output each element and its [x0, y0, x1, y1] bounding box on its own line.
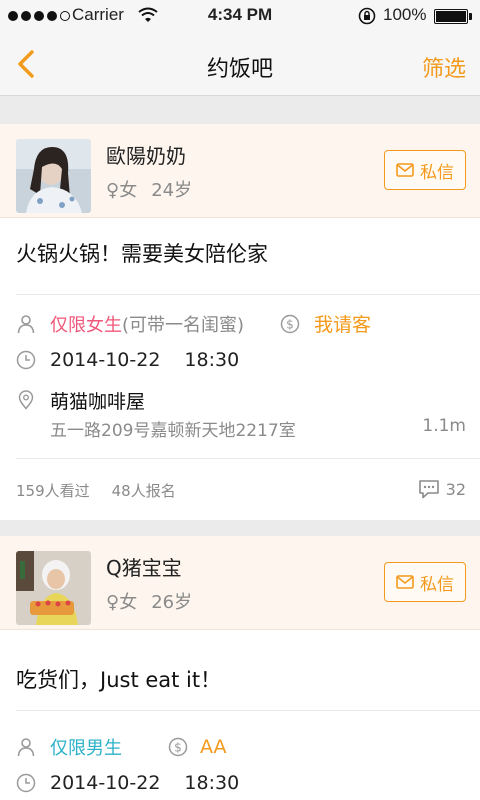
rotation-lock-icon: [358, 7, 376, 25]
navigation-bar: 约饭吧 筛选: [0, 32, 480, 96]
private-message-label: 私信: [420, 574, 454, 595]
svg-text:$: $: [286, 317, 294, 331]
page-title: 约饭吧: [206, 57, 273, 82]
payment-type: AA: [200, 736, 227, 758]
clock-icon: [16, 773, 36, 793]
post-content: 火锅火锅！需要美女陪伦家: [16, 242, 268, 266]
status-bar: Carrier 4:34 PM 100%: [0, 0, 480, 32]
battery-icon: [434, 9, 468, 24]
gender-age: ♀女 26岁: [106, 588, 192, 614]
avatar[interactable]: [16, 551, 91, 625]
private-message-button[interactable]: 私信: [384, 150, 466, 190]
gender-age: ♀女 24岁: [106, 176, 192, 202]
post-card[interactable]: 歐陽奶奶 ♀女 24岁 私信 火锅火锅！需要美女陪伦家 仅限女生 (可带一名闺蜜)…: [0, 124, 480, 520]
gender-restriction: 仅限女生: [50, 314, 122, 336]
divider: [16, 458, 480, 459]
distance: 1.1m: [422, 416, 466, 436]
restriction-row: 仅限男生 $ AA: [16, 734, 227, 760]
companion-note: (可带一名闺蜜): [122, 314, 245, 336]
post-card[interactable]: Q猪宝宝 ♀女 26岁 私信 吃货们，Just eat it！ 仅限男生 $ AA: [0, 536, 480, 800]
private-message-button[interactable]: 私信: [384, 562, 466, 602]
event-time: 18:30: [184, 349, 240, 371]
age-label: 26岁: [151, 592, 193, 613]
female-icon: ♀: [106, 592, 120, 613]
envelope-icon: [396, 163, 414, 177]
username: Q猪宝宝: [106, 556, 182, 580]
battery-tip: [469, 13, 472, 20]
datetime-row: 2014-10-22 18:30: [16, 349, 239, 371]
dollar-icon: $: [280, 314, 300, 333]
datetime-row: 2014-10-22 18:30: [16, 772, 239, 794]
svg-text:$: $: [174, 741, 182, 755]
divider: [16, 294, 480, 295]
place-name[interactable]: 萌猫咖啡屋: [50, 387, 145, 414]
gender-label: 女: [119, 180, 138, 201]
signup-count: 48人报名: [111, 482, 176, 500]
event-date: 2014-10-22: [50, 349, 161, 371]
payment-type: 我请客: [314, 314, 372, 336]
age-label: 24岁: [151, 180, 193, 201]
event-date: 2014-10-22: [50, 772, 161, 794]
person-icon: [17, 738, 35, 757]
avatar[interactable]: [16, 139, 91, 213]
comment-icon: [418, 480, 439, 499]
back-chevron-icon[interactable]: [14, 48, 38, 80]
comment-count: 32: [445, 479, 466, 499]
location-pin-icon: [18, 390, 34, 410]
private-message-label: 私信: [420, 162, 454, 183]
place-address: 五一路209号嘉顿新天地2217室: [50, 421, 296, 441]
post-content: 吃货们，Just eat it！: [16, 668, 222, 692]
post-header: Q猪宝宝 ♀女 26岁 私信: [0, 536, 480, 630]
restriction-row: 仅限女生 (可带一名闺蜜) $ 我请客: [16, 310, 371, 337]
post-header: 歐陽奶奶 ♀女 24岁 私信: [0, 124, 480, 218]
female-icon: ♀: [106, 180, 120, 201]
dollar-icon: $: [168, 737, 188, 757]
envelope-icon: [396, 575, 414, 589]
filter-button[interactable]: 筛选: [422, 51, 466, 83]
view-count: 159人看过: [16, 482, 90, 500]
clock-icon: [16, 350, 36, 370]
battery-percent: 100%: [383, 5, 427, 24]
gender-restriction: 仅限男生: [50, 738, 122, 759]
comments-button[interactable]: 32: [418, 479, 466, 499]
post-stats: 159人看过 48人报名: [16, 480, 176, 501]
divider: [16, 710, 480, 711]
person-icon: [17, 314, 35, 333]
gender-label: 女: [119, 592, 138, 613]
username: 歐陽奶奶: [106, 144, 186, 168]
event-time: 18:30: [184, 772, 240, 794]
